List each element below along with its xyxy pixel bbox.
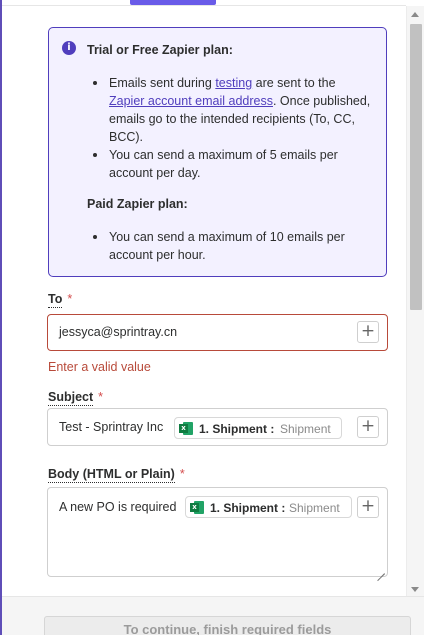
to-value: jessyca@sprintray.cn: [59, 325, 178, 339]
trial-plan-list: Emails sent during testing are sent to t…: [93, 74, 371, 182]
list-item: You can send a maximum of 10 emails per …: [93, 228, 371, 264]
to-insert-data-button[interactable]: +: [357, 321, 379, 343]
subject-label: Subject *: [48, 390, 104, 406]
required-marker: *: [179, 467, 185, 481]
paid-plan-heading: Paid Zapier plan:: [87, 197, 188, 211]
body-text: A new PO is required: [59, 500, 177, 514]
scrollbar-thumb[interactable]: [410, 24, 422, 310]
required-marker: *: [98, 390, 104, 404]
scrollbar[interactable]: [406, 6, 424, 596]
body-insert-data-button[interactable]: +: [357, 496, 379, 518]
paid-plan-list: You can send a maximum of 10 emails per …: [93, 228, 371, 264]
left-rail: [0, 0, 2, 635]
body-label: Body (HTML or Plain) *: [48, 467, 185, 483]
to-label: To *: [48, 292, 73, 308]
list-item: Emails sent during testing are sent to t…: [93, 76, 371, 144]
pill-field-name: Shipment: [280, 422, 331, 436]
resize-handle[interactable]: [377, 566, 385, 574]
continue-button[interactable]: To continue, finish required fields: [44, 616, 411, 635]
to-field[interactable]: jessyca@sprintray.cn +: [47, 314, 388, 351]
footer-bar: To continue, finish required fields: [2, 596, 424, 635]
scroll-up-arrow-icon[interactable]: [411, 12, 419, 17]
top-divider: [2, 5, 406, 6]
subject-text: Test - Sprintray Inc: [59, 420, 164, 434]
pill-step-label: 1. Shipment :: [210, 501, 286, 515]
trial-plan-heading: Trial or Free Zapier plan:: [87, 43, 233, 57]
scroll-down-arrow-icon[interactable]: [411, 587, 419, 592]
required-marker: *: [67, 292, 73, 306]
subject-insert-data-button[interactable]: +: [357, 416, 379, 438]
to-error-message: Enter a valid value: [48, 360, 151, 374]
shipment-data-pill[interactable]: x 1. Shipment : Shipment: [174, 417, 342, 439]
excel-icon: x: [190, 501, 204, 514]
pill-field-name: Shipment: [289, 501, 340, 515]
testing-link[interactable]: testing: [215, 76, 252, 90]
pill-step-label: 1. Shipment :: [199, 422, 275, 436]
shipment-data-pill[interactable]: x 1. Shipment : Shipment: [185, 496, 352, 518]
subject-field[interactable]: Test - Sprintray Inc x 1. Shipment : Shi…: [47, 408, 388, 446]
list-item: You can send a maximum of 5 emails per a…: [93, 146, 371, 182]
body-field[interactable]: A new PO is required x 1. Shipment : Shi…: [47, 487, 388, 577]
plan-info-box: i Trial or Free Zapier plan: Emails sent…: [48, 27, 387, 277]
excel-icon: x: [179, 422, 193, 435]
account-email-link[interactable]: Zapier account email address: [109, 94, 273, 108]
info-icon: i: [62, 41, 76, 55]
